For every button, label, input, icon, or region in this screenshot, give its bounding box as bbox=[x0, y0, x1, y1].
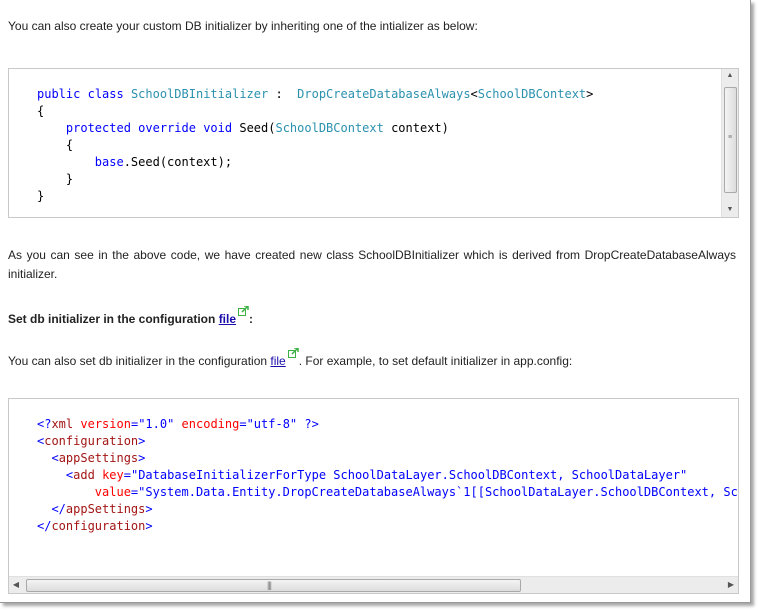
config-heading: Set db initializer in the configuration … bbox=[8, 306, 253, 329]
intro-paragraph: You can also create your custom DB initi… bbox=[8, 19, 478, 33]
code-block-csharp: public class SchoolDBInitializer : DropC… bbox=[8, 68, 739, 218]
external-link-icon[interactable] bbox=[287, 348, 299, 359]
scroll-thumb[interactable]: ||| bbox=[26, 579, 521, 592]
config-paragraph-prefix: You can also set db initializer in the c… bbox=[8, 354, 271, 368]
scroll-down-icon[interactable]: ▼ bbox=[722, 203, 738, 217]
horizontal-scrollbar[interactable]: ◀ ||| ▶ bbox=[9, 576, 738, 593]
code-block-xml: <?xml version="1.0" encoding="utf-8" ?> … bbox=[8, 398, 739, 594]
config-heading-file-link[interactable]: file bbox=[219, 312, 236, 326]
explanation-paragraph: As you can see in the above code, we hav… bbox=[8, 248, 736, 281]
xml-code: <?xml version="1.0" encoding="utf-8" ?> … bbox=[37, 417, 738, 533]
config-heading-prefix: Set db initializer in the configuration bbox=[8, 312, 219, 326]
scroll-left-icon[interactable]: ◀ bbox=[9, 577, 23, 593]
csharp-code: public class SchoolDBInitializer : DropC… bbox=[37, 87, 594, 203]
scroll-thumb[interactable]: ≡ bbox=[724, 87, 737, 193]
external-link-icon[interactable] bbox=[238, 306, 249, 317]
scroll-up-icon[interactable]: ▲ bbox=[722, 69, 738, 83]
config-paragraph: You can also set db initializer in the c… bbox=[8, 348, 572, 371]
grip-icon: ||| bbox=[267, 580, 272, 590]
config-heading-suffix: : bbox=[249, 312, 254, 326]
vertical-scrollbar[interactable]: ▲ ≡ ▼ bbox=[721, 69, 738, 217]
config-paragraph-suffix: . For example, to set default initialize… bbox=[298, 354, 573, 368]
config-paragraph-file-link[interactable]: file bbox=[270, 354, 285, 368]
grip-icon: ≡ bbox=[728, 134, 733, 141]
scroll-right-icon[interactable]: ▶ bbox=[724, 577, 738, 593]
